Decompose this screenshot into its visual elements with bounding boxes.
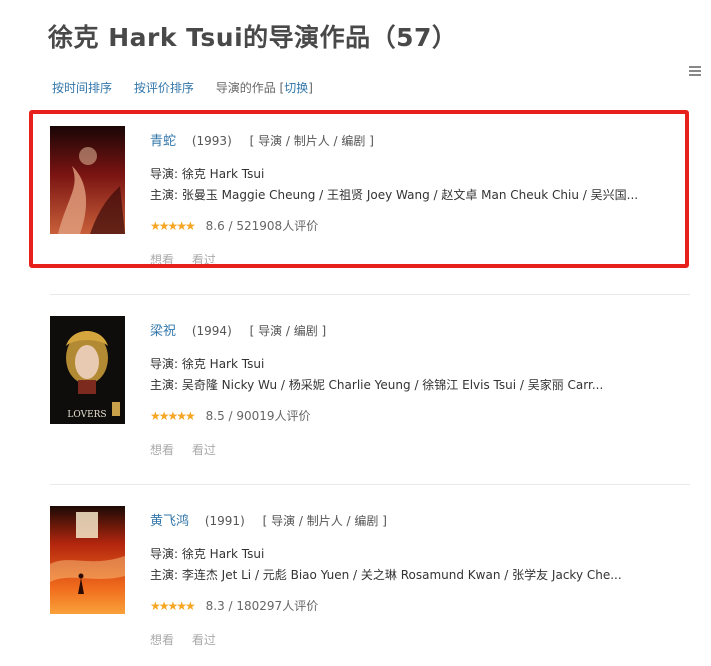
rating-value: 8.3 / 180297人评价 bbox=[205, 599, 319, 613]
divider bbox=[50, 484, 690, 485]
list-view-icon[interactable] bbox=[689, 66, 701, 78]
movie-roles: [ 导演 / 制片人 / 编剧 ] bbox=[262, 514, 387, 528]
sort-by-rating-link[interactable]: 按评价排序 bbox=[134, 81, 194, 95]
sort-bar: 按时间排序 按评价排序 导演的作品 [切换] bbox=[52, 79, 313, 96]
movie-year: (1991) bbox=[204, 514, 245, 528]
roles-label: 导演的作品 bbox=[215, 81, 276, 95]
rating-stars-icon: ★★★★★ bbox=[150, 599, 196, 613]
cast-line: 主演: 李连杰 Jet Li / 元彪 Biao Yuen / 关之琳 Rosa… bbox=[150, 568, 622, 582]
rating-stars-icon: ★★★★★ bbox=[150, 409, 196, 423]
movie-title-link[interactable]: 黄飞鸿 bbox=[150, 514, 189, 529]
movie-item: 黄飞鸿 (1991) [ 导演 / 制片人 / 编剧 ] 导演: 徐克 Hark… bbox=[50, 506, 690, 666]
poster-liangzhu[interactable]: LOVERS bbox=[50, 316, 125, 424]
seen-button[interactable]: 看过 bbox=[192, 443, 216, 457]
rating-line: ★★★★★ 8.3 / 180297人评价 bbox=[150, 597, 318, 614]
rating-line: ★★★★★ 8.5 / 90019人评价 bbox=[150, 407, 311, 424]
movie-roles: [ 导演 / 编剧 ] bbox=[249, 324, 327, 338]
movie-item: LOVERS 梁祝 (1994) [ 导演 / 编剧 ] 导演: 徐克 Hark… bbox=[50, 316, 690, 476]
rating-value: 8.5 / 90019人评价 bbox=[205, 409, 311, 423]
director-line: 导演: 徐克 Hark Tsui bbox=[150, 547, 265, 561]
poster-huangfeihong[interactable] bbox=[50, 506, 125, 614]
movie-actions: 想看 看过 bbox=[150, 631, 230, 648]
want-to-see-button[interactable]: 想看 bbox=[150, 443, 174, 457]
movie-year: (1994) bbox=[191, 324, 232, 338]
want-to-see-button[interactable]: 想看 bbox=[150, 633, 174, 647]
poster-lovers-text: LOVERS bbox=[67, 410, 106, 420]
director-line: 导演: 徐克 Hark Tsui bbox=[150, 357, 265, 371]
highlight-box bbox=[29, 110, 689, 268]
page-title: 徐克 Hark Tsui的导演作品（57） bbox=[48, 23, 458, 52]
switch-link[interactable]: 切换 bbox=[284, 81, 308, 95]
seen-button[interactable]: 看过 bbox=[192, 633, 216, 647]
cast-line: 主演: 吴奇隆 Nicky Wu / 杨采妮 Charlie Yeung / 徐… bbox=[150, 378, 604, 392]
movie-actions: 想看 看过 bbox=[150, 441, 230, 458]
divider bbox=[50, 294, 690, 295]
sort-by-time-link[interactable]: 按时间排序 bbox=[52, 81, 112, 95]
movie-title-link[interactable]: 梁祝 bbox=[150, 324, 176, 339]
switch-bracket-close: ] bbox=[308, 81, 313, 95]
